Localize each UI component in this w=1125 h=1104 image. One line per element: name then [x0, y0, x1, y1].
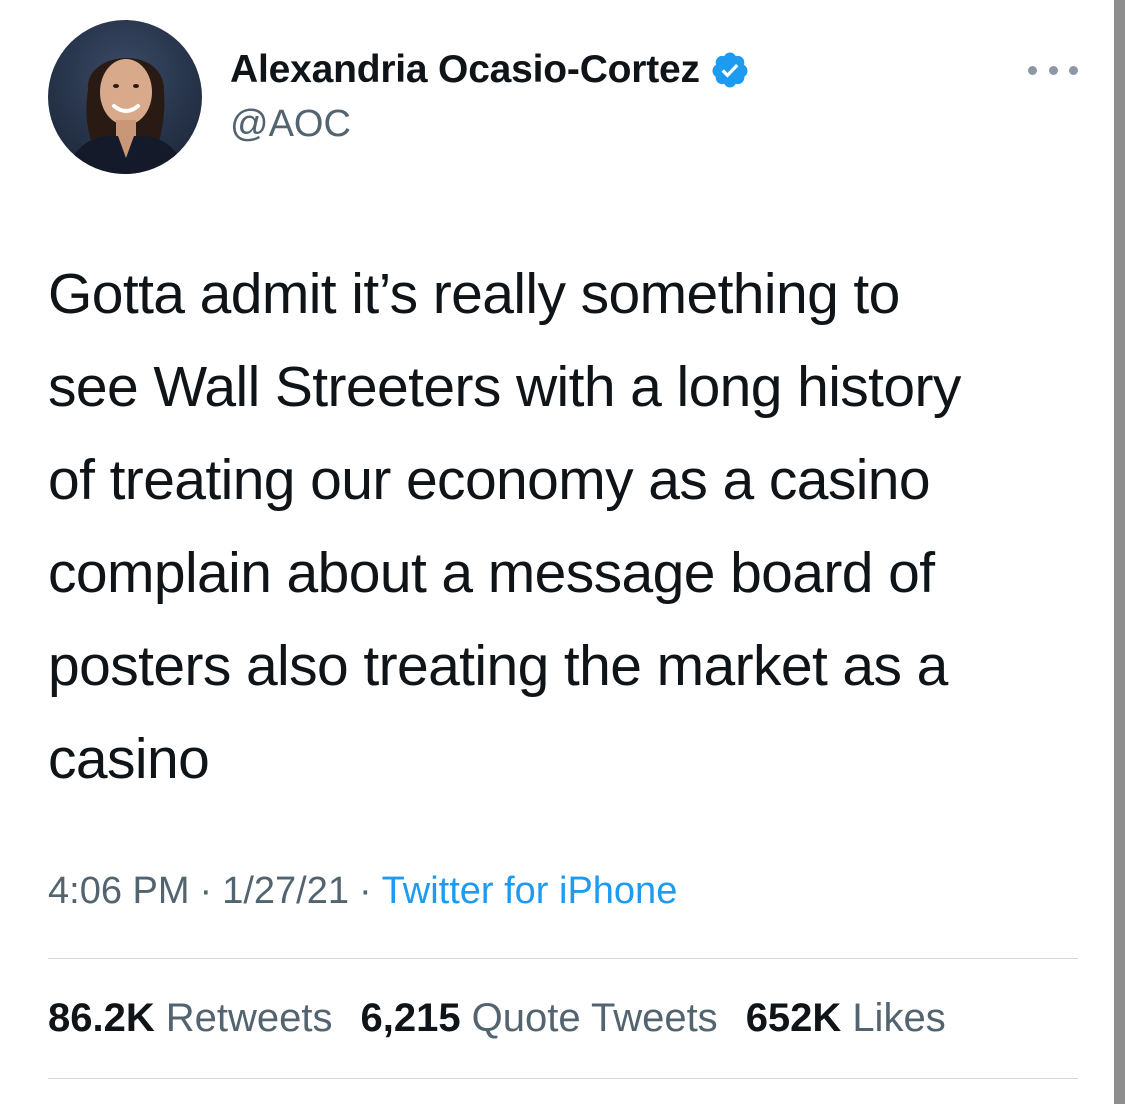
author-handle[interactable]: @AOC: [230, 103, 351, 146]
author-name-row: Alexandria Ocasio-Cortez: [230, 48, 750, 92]
author-display-name[interactable]: Alexandria Ocasio-Cortez: [230, 48, 700, 92]
more-dot: [1028, 65, 1037, 75]
tweet-stats: 86.2K Retweets 6,215 Quote Tweets 652K L…: [48, 996, 946, 1041]
likes-label: Likes: [852, 996, 946, 1040]
more-options-icon[interactable]: [1028, 55, 1078, 85]
tweet-detail: Alexandria Ocasio-Cortez @AOC Gotta admi…: [0, 0, 1125, 1104]
more-dot: [1069, 65, 1078, 75]
retweets-stat[interactable]: 86.2K Retweets: [48, 996, 333, 1041]
screen-edge: [1114, 0, 1125, 1104]
avatar[interactable]: [48, 20, 202, 174]
tweet-date[interactable]: 1/27/21: [222, 870, 349, 913]
quote-tweets-count: 6,215: [360, 996, 461, 1040]
verified-badge-icon: [712, 52, 748, 88]
tweet-text: Gotta admit it’s really something to see…: [48, 262, 961, 791]
retweets-label: Retweets: [165, 996, 333, 1040]
divider: [48, 1078, 1078, 1079]
more-dot: [1048, 65, 1058, 75]
likes-stat[interactable]: 652K Likes: [746, 996, 946, 1041]
meta-separator: ·: [358, 870, 372, 912]
tweet-time[interactable]: 4:06 PM: [48, 870, 190, 913]
avatar-portrait: [66, 57, 186, 174]
tweet-meta: 4:06 PM · 1/27/21 · Twitter for iPhone: [48, 870, 677, 913]
likes-count: 652K: [745, 996, 842, 1040]
divider: [48, 958, 1078, 959]
tweet-source-link[interactable]: Twitter for iPhone: [382, 870, 678, 913]
retweets-count: 86.2K: [48, 996, 155, 1040]
quote-tweets-stat[interactable]: 6,215 Quote Tweets: [361, 996, 718, 1041]
meta-separator: ·: [199, 870, 213, 912]
quote-tweets-label: Quote Tweets: [471, 996, 718, 1040]
